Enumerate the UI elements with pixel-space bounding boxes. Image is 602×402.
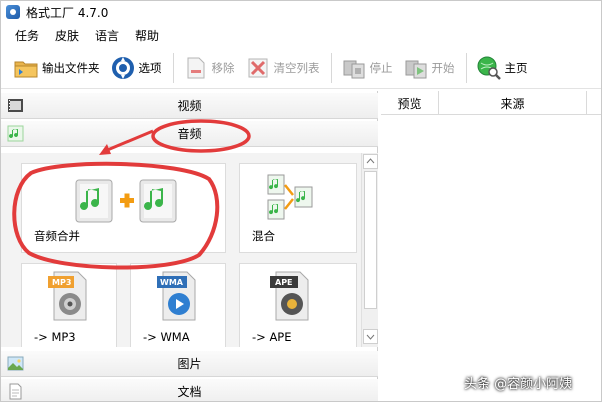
image-icon <box>7 356 24 371</box>
audio-mix-icon <box>267 174 313 220</box>
remove-file-icon <box>187 57 204 78</box>
app-logo-icon <box>6 5 20 19</box>
column-preview[interactable]: 预览 <box>381 91 439 115</box>
stop-icon <box>343 60 364 78</box>
category-audio-label: 音频 <box>177 127 202 141</box>
options-button[interactable]: 选项 <box>106 51 166 85</box>
chevron-down-icon <box>366 334 375 340</box>
app-window: 格式工厂 4.7.0 任务 皮肤 语言 帮助 输出文件夹 选项 移除 清空列表 … <box>0 0 602 402</box>
document-icon <box>9 383 22 400</box>
menu-help[interactable]: 帮助 <box>127 27 167 44</box>
mix-tile[interactable]: 混合 <box>239 163 357 253</box>
ape-tile[interactable]: APE -> APE <box>239 263 357 347</box>
grid-scrollbar[interactable] <box>361 153 378 347</box>
folder-icon <box>14 61 38 77</box>
category-image[interactable]: 图片 <box>1 351 378 377</box>
ape-label: -> APE <box>252 330 292 344</box>
remove-label: 移除 <box>211 60 235 75</box>
watermark: 头条 @容颜小阿姨 <box>464 377 573 392</box>
clear-list-button[interactable]: 清空列表 <box>241 51 324 85</box>
wma-tile[interactable]: WMA -> WMA <box>130 263 226 347</box>
audio-merge-tile[interactable]: 音频合并 <box>21 163 226 253</box>
mp3-badge: MP3 <box>52 278 72 287</box>
options-icon <box>111 56 134 79</box>
film-icon <box>8 99 23 112</box>
options-label: 选项 <box>138 60 162 75</box>
mix-label: 混合 <box>252 229 275 243</box>
category-document-label: 文档 <box>177 385 202 399</box>
audio-function-grid: 音频合并 混合 MP3 -> MP3 WMA -> WMA APE -> APE <box>1 153 361 347</box>
music-note-icon <box>7 125 24 142</box>
menu-bar: 任务 皮肤 语言 帮助 <box>1 25 167 45</box>
category-document[interactable]: 文档 <box>1 379 378 401</box>
globe-search-icon <box>477 56 501 80</box>
mp3-label: -> MP3 <box>34 330 76 344</box>
category-image-label: 图片 <box>177 357 202 371</box>
column-source[interactable]: 来源 <box>439 91 587 115</box>
home-button[interactable]: 主页 <box>472 51 532 85</box>
start-button[interactable]: 开始 <box>399 51 459 85</box>
wma-label: -> WMA <box>143 330 190 344</box>
scroll-down-button[interactable] <box>363 329 378 344</box>
scroll-thumb[interactable] <box>364 171 377 309</box>
category-panel: 视频 音频 音频合并 混合 MP3 -> MP3 WMA -> WMA APE … <box>1 91 378 401</box>
output-folder-label: 输出文件夹 <box>42 60 100 75</box>
stop-label: 停止 <box>369 60 393 75</box>
audio-merge-icon <box>75 179 177 223</box>
start-icon <box>405 60 426 78</box>
output-folder-button[interactable]: 输出文件夹 <box>9 51 104 85</box>
mp3-tile[interactable]: MP3 -> MP3 <box>21 263 117 347</box>
start-label: 开始 <box>431 60 455 75</box>
wma-badge: WMA <box>160 278 183 287</box>
scroll-up-button[interactable] <box>363 154 378 169</box>
category-audio[interactable]: 音频 <box>1 121 378 147</box>
toolbar-separator <box>330 52 332 83</box>
title-bar: 格式工厂 4.7.0 <box>1 1 601 23</box>
column-next[interactable] <box>587 91 601 115</box>
category-video-label: 视频 <box>177 99 202 113</box>
task-list-panel: 预览 来源 <box>381 91 601 401</box>
ape-badge: APE <box>275 278 293 287</box>
stop-button[interactable]: 停止 <box>337 51 397 85</box>
remove-button[interactable]: 移除 <box>179 51 239 85</box>
toolbar: 输出文件夹 选项 移除 清空列表 停止 开始 主页 <box>1 47 601 89</box>
toolbar-separator <box>465 52 467 83</box>
clear-list-icon <box>248 58 267 77</box>
chevron-up-icon <box>366 158 375 164</box>
home-label: 主页 <box>504 60 528 75</box>
toolbar-separator <box>172 52 174 83</box>
clear-list-label: 清空列表 <box>273 60 320 75</box>
menu-language[interactable]: 语言 <box>87 27 127 44</box>
audio-merge-label: 音频合并 <box>34 229 80 243</box>
category-video[interactable]: 视频 <box>1 93 378 119</box>
menu-task[interactable]: 任务 <box>7 27 47 44</box>
task-list-header: 预览 来源 <box>381 91 601 115</box>
menu-skin[interactable]: 皮肤 <box>47 27 87 44</box>
window-title: 格式工厂 4.7.0 <box>26 5 109 20</box>
